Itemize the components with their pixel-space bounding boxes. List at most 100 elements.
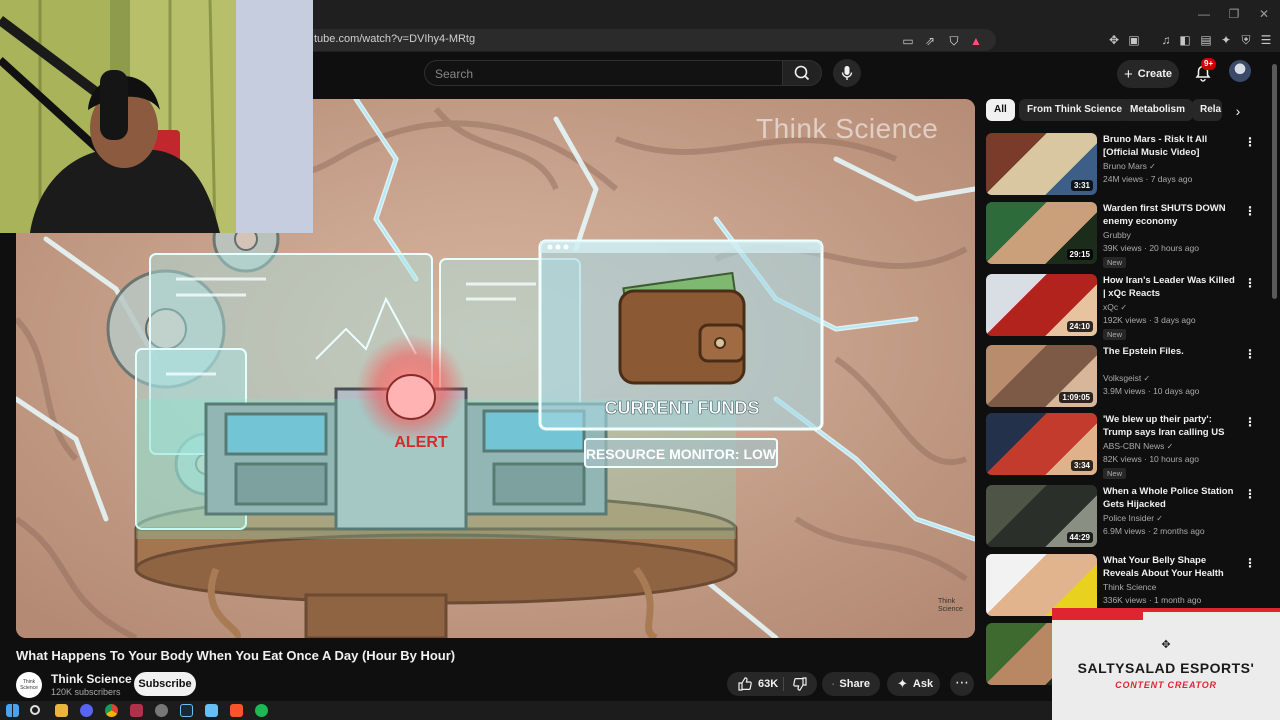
like-count: 63K: [758, 678, 779, 690]
user-avatar[interactable]: [1229, 60, 1251, 82]
meta-separator: ·: [1145, 386, 1154, 396]
microphone-icon: [841, 66, 853, 80]
video-watermark: Think Science: [756, 113, 939, 144]
recommendation-channel[interactable]: Grubby: [1103, 230, 1131, 240]
sidebar-toggle-icon[interactable]: ◧: [1177, 32, 1193, 48]
recommendation-channel[interactable]: Police Insider ✓: [1103, 513, 1163, 523]
ask-button[interactable]: ✦ Ask: [887, 672, 940, 696]
leo-ai-icon[interactable]: ✦: [1218, 32, 1234, 48]
recommendation-title[interactable]: Warden first SHUTS DOWN enemy economy: [1103, 202, 1237, 228]
screen-icon[interactable]: ▭: [900, 33, 916, 49]
subscribe-button[interactable]: Subscribe: [134, 672, 196, 696]
chip-all[interactable]: All: [986, 99, 1015, 121]
chip-related[interactable]: Rela: [1192, 99, 1222, 121]
recommendation-title[interactable]: 'We blew up their party': Trump says Ira…: [1103, 413, 1237, 440]
chip-metabolism[interactable]: Metabolism: [1122, 99, 1194, 121]
voice-search-button[interactable]: [833, 59, 861, 87]
share-button[interactable]: Share: [822, 672, 880, 696]
url-field[interactable]: tube.com/watch?v=DVIhy4-MRtg ▭ ⇗ ⛉ ▲: [296, 29, 996, 51]
close-window-button[interactable]: ✕: [1256, 6, 1272, 22]
menu-icon[interactable]: ☰: [1258, 32, 1274, 48]
windows-icon[interactable]: [6, 704, 19, 717]
recommendation-channel[interactable]: xQc ✓: [1103, 302, 1127, 312]
ask-label: Ask: [912, 678, 934, 690]
create-button[interactable]: + Create: [1117, 60, 1179, 88]
video-thumbnail[interactable]: 29:15: [986, 202, 1097, 264]
duration-badge: 1:09:05: [1059, 392, 1093, 403]
minimize-button[interactable]: —: [1196, 6, 1212, 22]
brave-icon[interactable]: [230, 704, 243, 717]
kebab-menu-icon[interactable]: ⋮: [1244, 556, 1256, 570]
brave-shield-icon[interactable]: ⛉: [946, 33, 962, 49]
recommendation-item[interactable]: 44:29 When a Whole Police Station Gets Hi…: [986, 485, 1256, 551]
app-blue-icon[interactable]: [205, 704, 218, 717]
recommendation-title[interactable]: The Epstein Files.: [1103, 345, 1237, 358]
video-thumbnail[interactable]: 24:10: [986, 274, 1097, 336]
channel-label: Grubby: [1103, 230, 1131, 240]
upload-age: 1 month ago: [1154, 595, 1202, 605]
recommendation-channel[interactable]: ABS-CBN News ✓: [1103, 441, 1173, 451]
chevron-right-icon[interactable]: ›: [1228, 101, 1248, 121]
extensions-icon[interactable]: ✥: [1106, 32, 1122, 48]
tab-search-icon[interactable]: ▣: [1126, 32, 1142, 48]
channel-avatar[interactable]: Think Science: [16, 672, 42, 698]
video-thumbnail[interactable]: 44:29: [986, 485, 1097, 547]
video-thumbnail[interactable]: [986, 554, 1097, 616]
search-button[interactable]: [782, 60, 822, 86]
corner-channel-logo[interactable]: Think Science: [938, 598, 968, 614]
recommendation-channel[interactable]: Bruno Mars ✓: [1103, 161, 1156, 171]
recommendation-channel[interactable]: Think Science: [1103, 582, 1156, 592]
kebab-menu-icon[interactable]: ⋮: [1244, 276, 1256, 290]
recommendation-title[interactable]: When a Whole Police Station Gets Hijacke…: [1103, 485, 1237, 511]
video-title: What Happens To Your Body When You Eat O…: [16, 648, 456, 663]
kebab-menu-icon[interactable]: ⋮: [1244, 204, 1256, 218]
app-icon[interactable]: [130, 704, 143, 717]
dislike-button[interactable]: [788, 676, 808, 692]
kebab-menu-icon[interactable]: ⋮: [1244, 135, 1256, 149]
recommendation-title[interactable]: Bruno Mars - Risk It All [Official Music…: [1103, 133, 1237, 159]
share-page-icon[interactable]: ⇗: [922, 33, 938, 49]
recommendation-item[interactable]: 29:15 Warden first SHUTS DOWN enemy econo…: [986, 202, 1256, 268]
wallet-icon[interactable]: ▤: [1198, 32, 1214, 48]
recommendation-channel[interactable]: Volksgeist ✓: [1103, 373, 1150, 383]
spotify-icon[interactable]: [255, 704, 268, 717]
recommendation-title[interactable]: What Your Belly Shape Reveals About Your…: [1103, 554, 1237, 580]
os-taskbar: [0, 701, 1052, 720]
recommendation-title[interactable]: How Iran's Leader Was Killed | xQc React…: [1103, 274, 1237, 300]
video-thumbnail[interactable]: 3:34: [986, 413, 1097, 475]
view-count: 336K views: [1103, 595, 1147, 605]
kebab-menu-icon[interactable]: ⋮: [1244, 487, 1256, 501]
meta-separator: ·: [1146, 595, 1155, 605]
chip-from-channel[interactable]: From Think Science: [1019, 99, 1131, 121]
kebab-menu-icon[interactable]: ⋮: [1244, 415, 1256, 429]
search-taskbar-icon[interactable]: [30, 705, 40, 715]
brave-rewards-icon[interactable]: ▲: [968, 33, 984, 49]
chrome-icon[interactable]: [105, 704, 118, 717]
channel-label: xQc: [1103, 302, 1119, 312]
recommendation-item[interactable]: 1:09:05 The Epstein Files. Volksgeist ✓ 3.9…: [986, 345, 1256, 411]
recommendation-item[interactable]: 3:34 'We blew up their party': Trump says…: [986, 413, 1256, 479]
like-button[interactable]: 63K: [737, 676, 778, 692]
discord-icon[interactable]: [80, 704, 93, 717]
verified-icon: ✓: [1146, 162, 1156, 171]
kebab-menu-icon[interactable]: ⋮: [1244, 347, 1256, 361]
recommendation-item[interactable]: 3:31 Bruno Mars - Risk It All [Official M…: [986, 133, 1256, 199]
meta-separator: ·: [1146, 315, 1155, 325]
url-text: tube.com/watch?v=DVIhy4-MRtg: [314, 33, 476, 45]
sparkle-icon: ✦: [897, 676, 908, 691]
steam-icon[interactable]: [180, 704, 193, 717]
maximize-button[interactable]: ❐: [1226, 6, 1242, 22]
search-input[interactable]: [435, 65, 765, 83]
more-actions-button[interactable]: ⋯: [950, 672, 974, 696]
file-explorer-icon[interactable]: [55, 704, 68, 717]
media-icon[interactable]: ♫: [1158, 32, 1174, 48]
channel-name[interactable]: Think Science: [51, 672, 132, 686]
vpn-icon[interactable]: ⛨: [1238, 32, 1254, 48]
overlay-stripe: [1052, 612, 1280, 620]
globe-icon[interactable]: [155, 704, 168, 717]
video-thumbnail[interactable]: 1:09:05: [986, 345, 1097, 407]
scrollbar-thumb[interactable]: [1272, 64, 1277, 299]
view-count: 6.9M views: [1103, 526, 1146, 536]
recommendation-item[interactable]: 24:10 How Iran's Leader Was Killed | xQc …: [986, 274, 1256, 340]
video-thumbnail[interactable]: 3:31: [986, 133, 1097, 195]
